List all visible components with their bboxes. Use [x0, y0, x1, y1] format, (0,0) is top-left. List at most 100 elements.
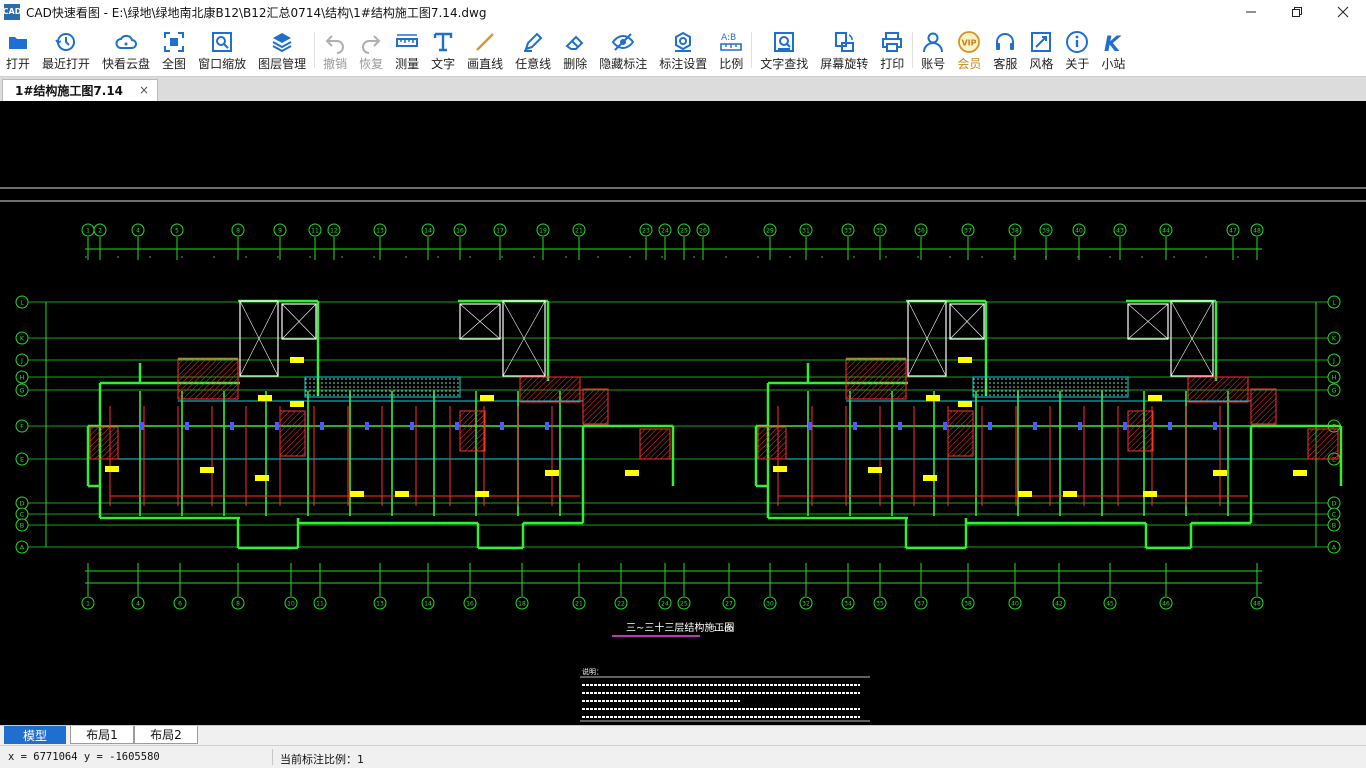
toolbar-label: 全图: [162, 56, 187, 71]
slab-tag: [923, 475, 937, 481]
drawing-canvas[interactable]: 1 2 4 5 8 9 11 12 13 14 16 17 19 21 23 24 25 26 29 31 33 35 36…: [0, 101, 1366, 725]
toolbar-measure-button[interactable]: 测量: [389, 24, 425, 76]
axis-label-bottom: 14: [424, 601, 432, 608]
axis-label-bottom: 35: [876, 601, 884, 608]
axis-label-bottom: 24: [661, 601, 669, 608]
toolbar-annot-settings-button[interactable]: 标注设置: [653, 24, 713, 76]
axis-label-top: 24: [661, 228, 669, 235]
shear-wall-hatch: [639, 428, 671, 460]
svg-text:K: K: [1104, 32, 1122, 54]
toolbar-open-button[interactable]: 打开: [0, 24, 36, 76]
axis-label-top: 8: [236, 228, 240, 235]
toolbar-cloud-button[interactable]: 快看云盘: [96, 24, 156, 76]
notes-heading: 说明：: [582, 667, 603, 676]
shear-wall-hatch: [947, 410, 974, 457]
tab-close-icon[interactable]: ×: [139, 83, 149, 97]
axis-label-left: H: [20, 374, 25, 382]
slab-tag: [1143, 491, 1157, 497]
axis-label-top: 2: [98, 228, 102, 235]
toolbar-fullview-button[interactable]: 全图: [156, 24, 192, 76]
slab-tag: [1063, 491, 1077, 497]
corridor-slab: [304, 376, 461, 398]
toolbar-freehand-button[interactable]: 任意线: [509, 24, 557, 76]
toolbar-label: 小站: [1101, 56, 1126, 71]
toolbar-vip-button[interactable]: VIP 会员: [951, 24, 987, 76]
tab-layout2[interactable]: 布局2: [134, 726, 198, 744]
slab-tag: [625, 470, 639, 476]
axis-label-top: 14: [424, 228, 432, 235]
axis-label-top: 48: [1253, 228, 1261, 235]
toolbar-erase-button[interactable]: 删除: [557, 24, 593, 76]
toolbar-line-button[interactable]: 画直线: [461, 24, 509, 76]
toolbar-window-zoom-button[interactable]: 窗口缩放: [192, 24, 252, 76]
annotation-settings-icon: [675, 31, 692, 52]
toolbar-undo-button[interactable]: 撤销: [317, 24, 353, 76]
column-marker: [230, 422, 234, 430]
document-tab-label: 1#结构施工图7.14: [15, 84, 124, 98]
shear-wall-hatch: [519, 376, 581, 403]
axis-label-left: K: [20, 335, 25, 343]
axis-label-top: 16: [456, 228, 464, 235]
toolbar-redo-button[interactable]: 恢复: [353, 24, 389, 76]
column-marker: [853, 422, 857, 430]
scale-icon: A:B: [720, 33, 743, 51]
tab-model[interactable]: 模型: [4, 726, 66, 744]
theme-icon: [1031, 31, 1052, 52]
axis-label-bottom: 6: [178, 601, 182, 608]
toolbar-separator: [314, 32, 316, 68]
toolbar-about-button[interactable]: 关于: [1059, 24, 1095, 76]
toolbar-site-button[interactable]: K 小站: [1095, 24, 1131, 76]
toolbar-support-button[interactable]: 客服: [987, 24, 1023, 76]
axis-label-bottom: 48: [1253, 601, 1261, 608]
slab-tag: [350, 491, 364, 497]
tab-layout1[interactable]: 布局1: [70, 726, 134, 744]
toolbar-print-button[interactable]: 打印: [874, 24, 910, 76]
minimize-button[interactable]: [1228, 0, 1274, 24]
axis-label-left: J: [20, 357, 23, 365]
toolbar-label: 撤销: [323, 56, 348, 71]
axis-label-top: 23: [642, 228, 650, 235]
toolbar-label: 恢复: [359, 56, 384, 71]
redo-icon: [362, 34, 381, 54]
column-marker: [1213, 422, 1217, 430]
restore-button[interactable]: [1274, 0, 1320, 24]
toolbar-label: 关于: [1065, 56, 1090, 71]
toolbar-label: 测量: [395, 56, 420, 71]
toolbar-text-button[interactable]: 文字: [425, 24, 461, 76]
toolbar-account-button[interactable]: 账号: [915, 24, 951, 76]
axis-label-right: J: [1332, 357, 1335, 365]
toolbar-rotate-button[interactable]: 屏幕旋转: [814, 24, 874, 76]
status-divider: [272, 749, 273, 765]
pen-icon: [524, 32, 543, 52]
axis-label-top: 12: [330, 228, 338, 235]
slab-tag: [200, 467, 214, 473]
column-marker: [943, 422, 947, 430]
slab-tag: [290, 357, 304, 363]
slab-tag: [480, 395, 494, 401]
toolbar-recent-button[interactable]: 最近打开: [36, 24, 96, 76]
column-marker: [898, 422, 902, 430]
corridor-slab: [972, 376, 1129, 398]
axis-label-bottom: 8: [236, 601, 240, 608]
axis-label-top: 36: [917, 228, 925, 235]
close-button[interactable]: [1320, 0, 1366, 24]
column-marker: [185, 422, 189, 430]
zoom-window-icon: [212, 31, 233, 52]
axis-label-top: 39: [1042, 228, 1050, 235]
toolbar-scale-button[interactable]: A:B 比例: [713, 24, 749, 76]
svg-text:VIP: VIP: [962, 38, 977, 47]
shear-wall-hatch: [89, 426, 119, 460]
axis-label-top: 21: [575, 228, 583, 235]
toolbar-layers-button[interactable]: 图层管理: [252, 24, 312, 76]
text-icon: [433, 32, 453, 51]
toolbar-hide-annot-button[interactable]: 隐藏标注: [593, 24, 653, 76]
axis-label-bottom: 30: [766, 601, 774, 608]
toolbar-label: 图层管理: [258, 56, 307, 71]
toolbar-find-text-button[interactable]: 文字查找: [754, 24, 814, 76]
document-tab[interactable]: 1#结构施工图7.14 ×: [2, 79, 158, 101]
axis-label-left: C: [20, 511, 25, 519]
toolbar-theme-button[interactable]: 风格: [1023, 24, 1059, 76]
title-bar: CAD CAD快速看图 - E:\绿地\绿地南北康B12\B12汇总0714\结…: [0, 0, 1366, 24]
axis-label-right: H: [1332, 374, 1337, 382]
axis-label-bottom: 42: [1055, 601, 1063, 608]
